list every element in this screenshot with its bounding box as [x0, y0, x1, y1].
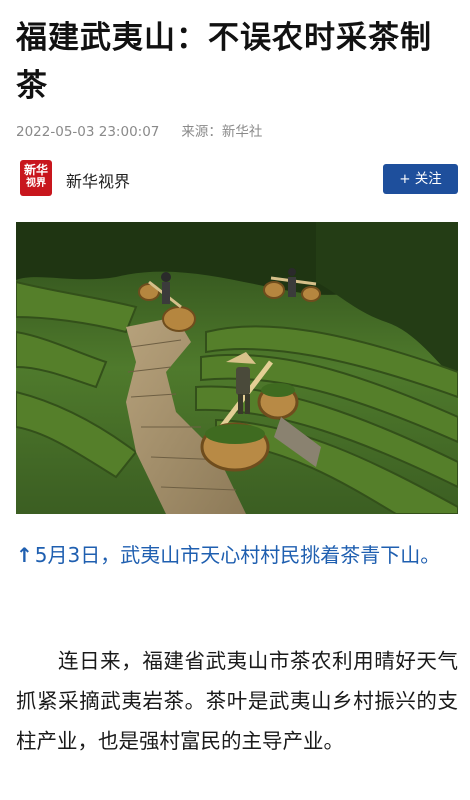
article-meta: 2022-05-03 23:00:07 来源：新华社 [16, 120, 262, 140]
avatar-text-bottom: 视界 [26, 178, 46, 189]
tea-plantation-photo[interactable] [16, 222, 458, 514]
article-paragraph: 连日来，福建省武夷山市茶农利用晴好天气抓紧采摘武夷岩茶。茶叶是武夷山乡村振兴的支… [16, 649, 458, 753]
up-arrow-icon: ↑ [16, 543, 33, 567]
article-page: 福建武夷山：不误农时采茶制茶 2022-05-03 23:00:07 来源：新华社… [0, 0, 470, 800]
author-row: 新华 视界 新华视界 + 关注 [16, 158, 458, 198]
caption-text: 5月3日，武夷山市天心村村民挑着茶青下山。 [34, 543, 441, 567]
photo-illustration [16, 222, 458, 514]
follow-button[interactable]: + 关注 [383, 164, 458, 194]
avatar-text-top: 新华 [23, 163, 48, 177]
article-title: 福建武夷山：不误农时采茶制茶 [16, 20, 432, 104]
photo-caption: ↑ 5月3日，武夷山市天心村村民挑着茶青下山。 [16, 538, 456, 572]
author-avatar[interactable]: 新华 视界 [20, 160, 52, 196]
source-label: 来源：新华社 [181, 124, 263, 140]
publish-date: 2022-05-03 23:00:07 [16, 124, 160, 140]
author-name[interactable]: 新华视界 [66, 168, 130, 192]
